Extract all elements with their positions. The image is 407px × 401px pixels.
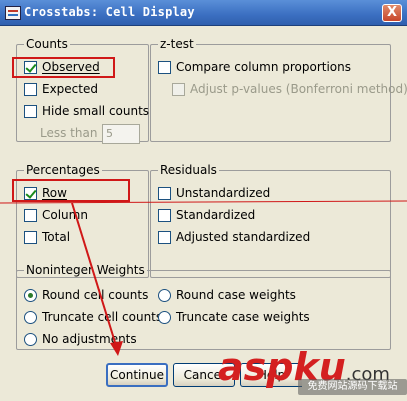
round-case-weights-radio[interactable]: Round case weights bbox=[158, 288, 296, 302]
window-title: Crosstabs: Cell Display bbox=[24, 5, 195, 19]
expected-checkbox[interactable]: Expected bbox=[24, 82, 98, 96]
column-label: Column bbox=[42, 208, 88, 222]
percentages-legend: Percentages bbox=[24, 163, 102, 177]
total-percent-checkbox[interactable]: Total bbox=[24, 230, 70, 244]
hide-small-counts-checkbox[interactable]: Hide small counts bbox=[24, 104, 149, 118]
no-adjust-label: No adjustments bbox=[42, 332, 137, 346]
truncate-case-label: Truncate case weights bbox=[176, 310, 310, 324]
adjusted-standardized-checkbox[interactable]: Adjusted standardized bbox=[158, 230, 310, 244]
compare-label: Compare column proportions bbox=[176, 60, 351, 74]
compare-proportions-checkbox[interactable]: Compare column proportions bbox=[158, 60, 351, 74]
unstandardized-label: Unstandardized bbox=[176, 186, 271, 200]
adjusted-label: Adjusted standardized bbox=[176, 230, 311, 244]
less-than-input[interactable]: 5 bbox=[102, 124, 140, 144]
truncate-cell-counts-radio[interactable]: Truncate cell counts bbox=[24, 310, 162, 324]
unstandardized-check-icon[interactable] bbox=[158, 186, 171, 200]
no-adjust-radio-icon[interactable] bbox=[24, 332, 37, 346]
truncate-cell-label: Truncate cell counts bbox=[42, 310, 163, 324]
standardized-label: Standardized bbox=[176, 208, 256, 222]
round-cell-counts-radio[interactable]: Round cell counts bbox=[24, 288, 148, 302]
counts-legend: Counts bbox=[24, 37, 70, 51]
standardized-checkbox[interactable]: Standardized bbox=[158, 208, 255, 222]
hide-small-label: Hide small counts bbox=[42, 104, 150, 118]
no-adjustments-radio[interactable]: No adjustments bbox=[24, 332, 137, 346]
unstandardized-checkbox[interactable]: Unstandardized bbox=[158, 186, 270, 200]
less-than-label: Less than bbox=[40, 126, 98, 140]
ztest-legend: z-test bbox=[158, 37, 196, 51]
noninteger-legend: Noninteger Weights bbox=[24, 263, 147, 277]
truncate-case-weights-radio[interactable]: Truncate case weights bbox=[158, 310, 310, 324]
app-icon bbox=[5, 6, 21, 20]
column-check-icon[interactable] bbox=[24, 208, 37, 222]
round-case-label: Round case weights bbox=[176, 288, 296, 302]
observed-highlight-box bbox=[12, 57, 115, 78]
expected-check-icon[interactable] bbox=[24, 82, 37, 96]
adjusted-check-icon[interactable] bbox=[158, 230, 171, 244]
total-check-icon[interactable] bbox=[24, 230, 37, 244]
adjust-label: Adjust p-values (Bonferroni method) bbox=[190, 82, 407, 96]
truncate-case-radio-icon[interactable] bbox=[158, 310, 171, 324]
continue-button[interactable]: Continue bbox=[106, 363, 168, 387]
title-bar: Crosstabs: Cell Display X bbox=[0, 0, 407, 26]
standardized-check-icon[interactable] bbox=[158, 208, 171, 222]
hide-small-check-icon[interactable] bbox=[24, 104, 37, 118]
round-cell-radio-icon[interactable] bbox=[24, 288, 37, 302]
truncate-cell-radio-icon[interactable] bbox=[24, 310, 37, 324]
column-percent-checkbox[interactable]: Column bbox=[24, 208, 88, 222]
residuals-legend: Residuals bbox=[158, 163, 219, 177]
adjust-check-icon[interactable] bbox=[172, 82, 185, 96]
adjust-pvalues-checkbox[interactable]: Adjust p-values (Bonferroni method) bbox=[172, 82, 407, 96]
close-button[interactable]: X bbox=[382, 4, 402, 22]
compare-check-icon[interactable] bbox=[158, 60, 171, 74]
total-label: Total bbox=[42, 230, 71, 244]
round-cell-label: Round cell counts bbox=[42, 288, 149, 302]
row-highlight-box bbox=[12, 179, 130, 202]
round-case-radio-icon[interactable] bbox=[158, 288, 171, 302]
expected-label: Expected bbox=[42, 82, 98, 96]
watermark-tagline: 免费网站源码下载站 bbox=[298, 379, 407, 395]
